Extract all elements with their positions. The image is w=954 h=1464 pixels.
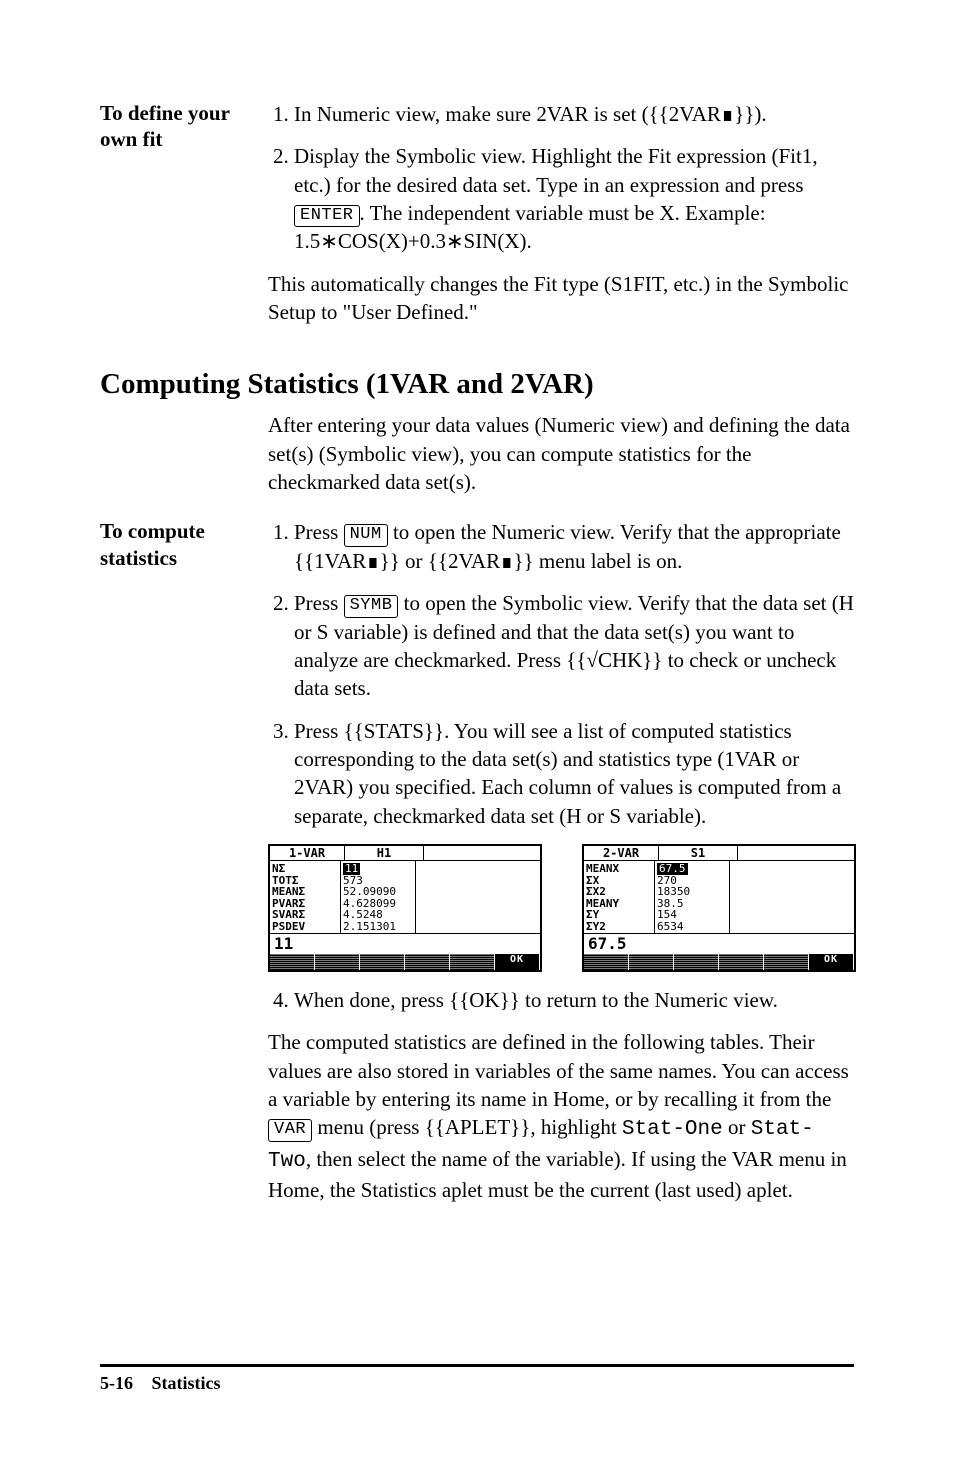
calc-screen-1var: 1-VAR H1 NΣ TOTΣ MEANΣ PVARΣ SVARΣ PSDEV… [268,844,542,972]
define-fit-steps: In Numeric view, make sure 2VAR is set (… [268,100,854,256]
calc-screen-2var: 2-VAR S1 MEANX ΣX ΣX2 MEANY ΣY ΣY2 67.5 … [582,844,856,972]
calc2-ok-button: OK [809,954,854,970]
tail-text: , then select the name of the variable).… [268,1147,847,1202]
define-fit-step-1: In Numeric view, make sure 2VAR is set (… [294,100,854,128]
compute-steps-cont: When done, press {{OK}} to return to the… [268,986,856,1014]
calc1-hdr-mode: 1-VAR [270,846,345,860]
calc2-values-rest: 270 18350 38.5 154 6534 [657,874,690,933]
compute-step-2: Press SYMB to open the Symbolic view. Ve… [294,589,856,702]
compute-steps: Press NUM to open the Numeric view. Veri… [268,518,856,830]
define-fit-step-2: Display the Symbolic view. Highlight the… [294,142,854,255]
side-heading-compute-stats: To compute statistics [100,518,268,571]
calc1-ok-button: OK [495,954,540,970]
step-text: Press [294,591,344,615]
step-text: Press [294,520,344,544]
compute-step-3: Press {{STATS}}. You will see a list of … [294,717,856,830]
tail-text: menu (press {{APLET}}, highlight [312,1115,622,1139]
calc1-row-labels: NΣ TOTΣ MEANΣ PVARΣ SVARΣ PSDEV [270,861,341,933]
calc1-menubar: OK [270,954,540,970]
footer-section: Statistics [152,1373,221,1393]
step-text: . The independent variable must be X. Ex… [294,201,766,253]
page-footer: 5-16 Statistics [100,1364,854,1394]
step-text: Display the Symbolic view. Highlight the… [294,144,818,196]
compute-step-4: When done, press {{OK}} to return to the… [294,986,856,1014]
var-key: VAR [268,1119,312,1141]
calc1-values-rest: 573 52.09090 4.628099 4.5248 2.151301 [343,874,396,933]
section-heading: Computing Statistics (1VAR and 2VAR) [100,368,854,401]
tail-text: The computed statistics are defined in t… [268,1030,849,1111]
calc2-hdr-mode: 2-VAR [584,846,659,860]
symb-key: SYMB [344,595,399,617]
calc1-entry-line: 11 [270,934,540,954]
num-key: NUM [344,524,388,546]
tail-paragraph: The computed statistics are defined in t… [268,1028,856,1204]
intro-paragraph: After entering your data values (Numeric… [268,411,854,496]
calc1-values: 11 573 52.09090 4.628099 4.5248 2.151301 [341,861,416,933]
side-heading-define-fit: To define your own fit [100,100,268,153]
code-stat-one: Stat-One [622,1118,723,1141]
calc2-hdr-col: S1 [659,846,738,860]
calc2-menubar: OK [584,954,854,970]
enter-key: ENTER [294,205,360,227]
define-fit-after: This automatically changes the Fit type … [268,270,854,327]
step-text: In Numeric view, make sure 2VAR is set (… [294,102,767,126]
compute-step-1: Press NUM to open the Numeric view. Veri… [294,518,856,575]
calculator-screenshots: 1-VAR H1 NΣ TOTΣ MEANΣ PVARΣ SVARΣ PSDEV… [268,844,856,972]
calc2-entry-line: 67.5 [584,934,854,954]
page-number: 5-16 [100,1373,133,1393]
calc2-row-labels: MEANX ΣX ΣX2 MEANY ΣY ΣY2 [584,861,655,933]
calc1-hdr-col: H1 [345,846,424,860]
tail-text: or [723,1115,751,1139]
calc2-values: 67.5 270 18350 38.5 154 6534 [655,861,730,933]
